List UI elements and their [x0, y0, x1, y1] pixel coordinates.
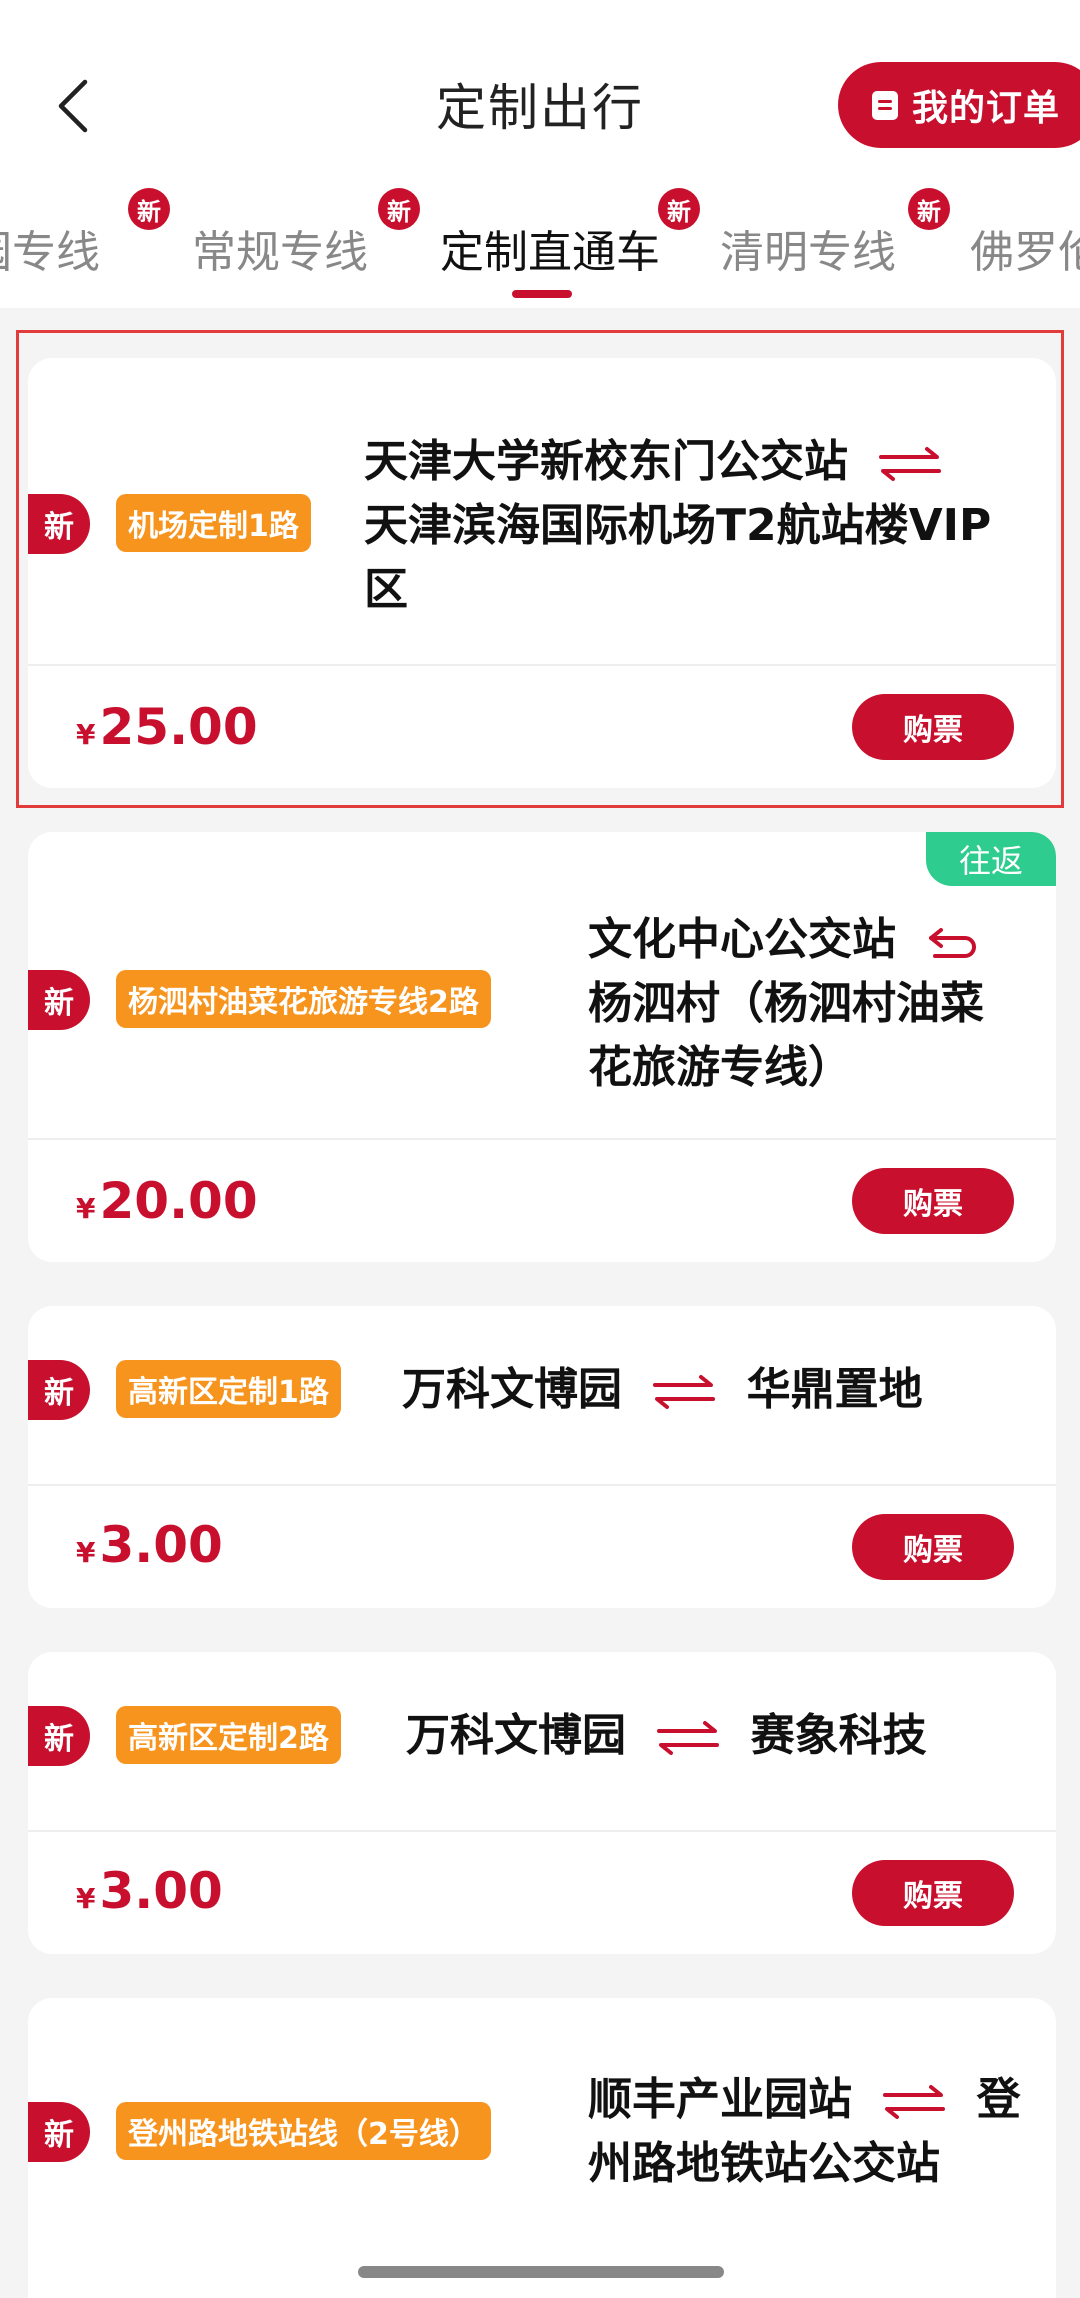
route-card[interactable]: 新 登州路地铁站线（2号线） 顺丰产业园站 登 州路地铁站公交站	[28, 1998, 1056, 2298]
new-flag: 新	[28, 1360, 90, 1420]
currency-symbol: ¥	[76, 718, 96, 751]
tab-florence[interactable]: 佛罗伦	[970, 216, 1080, 280]
route-tag: 杨泗村油菜花旅游专线2路	[116, 970, 491, 1028]
round-trip-badge: 往返	[926, 832, 1056, 886]
my-orders-label: 我的订单	[912, 88, 1061, 129]
currency-symbol: ¥	[76, 1536, 96, 1569]
origin-stop: 顺丰产业园站	[588, 2074, 852, 2125]
route-tag: 机场定制1路	[116, 494, 311, 552]
route-tag: 高新区定制2路	[116, 1706, 341, 1764]
card-divider	[28, 1484, 1056, 1486]
route-tag: 登州路地铁站线（2号线）	[116, 2102, 491, 2160]
home-indicator[interactable]	[358, 2266, 724, 2278]
route-stops: 万科文博园 赛象科技	[406, 1704, 1046, 1768]
origin-stop: 万科文博园	[402, 1364, 622, 1415]
round-trip-arrow-icon	[929, 928, 977, 958]
card-divider	[28, 664, 1056, 666]
ticket-price: ¥3.00	[76, 1862, 223, 1920]
custom-travel-page: 定制出行 我的订单 园专线 新 常规专线 新 定制直通车 新 清明专线 新	[0, 0, 1080, 2298]
bidirectional-arrow-icon	[883, 2085, 946, 2119]
bidirectional-arrow-icon	[657, 1721, 720, 1755]
new-flag: 新	[28, 2102, 90, 2162]
route-stops: 天津大学新校东门公交站 天津滨海国际机场T2航站楼VIP 区	[364, 430, 1044, 622]
currency-symbol: ¥	[76, 1882, 96, 1915]
route-card[interactable]: 往返 新 杨泗村油菜花旅游专线2路 文化中心公交站 杨泗村（杨泗村油菜 花旅游专…	[28, 832, 1056, 1262]
my-orders-button[interactable]: 我的订单	[838, 62, 1080, 148]
currency-symbol: ¥	[76, 1192, 96, 1225]
ticket-price: ¥25.00	[76, 698, 258, 756]
buy-ticket-button[interactable]: 购票	[852, 694, 1014, 760]
origin-stop: 万科文博园	[406, 1710, 626, 1761]
price-value: 3.00	[99, 1862, 223, 1920]
order-list-icon	[872, 91, 898, 120]
tab-label: 佛罗伦	[970, 227, 1080, 278]
tab-custom-express[interactable]: 定制直通车	[440, 216, 660, 280]
destination-stop: 登	[976, 2074, 1021, 2125]
route-stops: 文化中心公交站 杨泗村（杨泗村油菜 花旅游专线）	[588, 908, 1048, 1100]
buy-ticket-button[interactable]: 购票	[852, 1514, 1014, 1580]
route-card[interactable]: 新 机场定制1路 天津大学新校东门公交站 天津滨海国际机场T2航站楼VIP 区 …	[28, 358, 1056, 788]
new-flag: 新	[28, 494, 90, 554]
destination-stop: 赛象科技	[750, 1710, 927, 1761]
bidirectional-arrow-icon	[879, 447, 942, 481]
buy-ticket-button[interactable]: 购票	[852, 1860, 1014, 1926]
destination-stop: 华鼎置地	[746, 1364, 923, 1415]
header: 定制出行 我的订单	[0, 0, 1080, 174]
destination-stop: 天津滨海国际机场T2航站楼VIP	[364, 500, 992, 551]
destination-stop-cont: 花旅游专线）	[588, 1042, 852, 1093]
active-tab-indicator	[512, 290, 572, 298]
origin-stop: 文化中心公交站	[588, 914, 896, 965]
tab-park-line[interactable]: 园专线	[0, 216, 100, 280]
new-flag: 新	[28, 1706, 90, 1766]
destination-stop-cont: 州路地铁站公交站	[588, 2138, 940, 2189]
tab-label: 常规专线	[192, 227, 368, 278]
route-card[interactable]: 新 高新区定制1路 万科文博园 华鼎置地 ¥3.00 购票	[28, 1306, 1056, 1608]
tab-label: 园专线	[0, 227, 100, 278]
buy-ticket-button[interactable]: 购票	[852, 1168, 1014, 1234]
route-stops: 万科文博园 华鼎置地	[402, 1358, 1042, 1422]
new-flag: 新	[28, 970, 90, 1030]
bidirectional-arrow-icon	[653, 1375, 716, 1409]
card-divider	[28, 1138, 1056, 1140]
route-tag: 高新区定制1路	[116, 1360, 341, 1418]
destination-stop-cont: 区	[364, 564, 408, 615]
route-category-tabs: 园专线 新 常规专线 新 定制直通车 新 清明专线 新 佛罗伦	[0, 174, 1080, 308]
destination-stop: 杨泗村（杨泗村油菜	[588, 978, 984, 1029]
tab-label: 定制直通车	[440, 227, 660, 278]
price-value: 3.00	[99, 1516, 223, 1574]
new-badge: 新	[908, 188, 950, 230]
ticket-price: ¥3.00	[76, 1516, 223, 1574]
ticket-price: ¥20.00	[76, 1172, 258, 1230]
route-stops: 顺丰产业园站 登 州路地铁站公交站	[588, 2068, 1056, 2196]
new-badge: 新	[658, 188, 700, 230]
price-value: 20.00	[99, 1172, 258, 1230]
origin-stop: 天津大学新校东门公交站	[364, 436, 848, 487]
new-badge: 新	[128, 188, 170, 230]
price-value: 25.00	[99, 698, 258, 756]
new-badge: 新	[378, 188, 420, 230]
tab-regular-line[interactable]: 常规专线	[192, 216, 368, 280]
tab-qingming-line[interactable]: 清明专线	[720, 216, 896, 280]
card-divider	[28, 1830, 1056, 1832]
route-card[interactable]: 新 高新区定制2路 万科文博园 赛象科技 ¥3.00 购票	[28, 1652, 1056, 1954]
tab-label: 清明专线	[720, 227, 896, 278]
